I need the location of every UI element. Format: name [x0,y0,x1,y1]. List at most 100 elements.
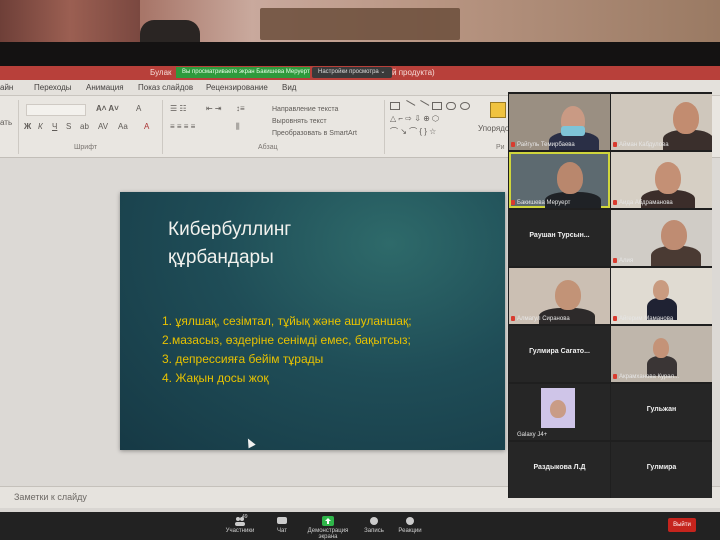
change-case-icon[interactable]: Aa [118,122,128,131]
participant-face [661,220,687,250]
participant-figure [647,356,677,376]
participant-tile[interactable]: Акрамханова Курал... [611,326,712,382]
tab-animation[interactable]: Анимация [86,83,124,92]
font-size-box[interactable] [26,104,86,116]
view-settings-button[interactable]: Настройки просмотра ⌄ [312,67,392,78]
title-suffix: й продукта) [392,68,435,77]
participant-face [555,280,581,310]
record-icon [370,517,378,525]
participants-gallery: Райгуль Темирбаева Айман Кабдулова Бакиш… [508,92,712,498]
shape-rounded-icon[interactable] [446,102,456,110]
share-screen-button[interactable]: Демонстрация экрана [300,516,356,540]
participant-tile[interactable]: Айгерим Маманова [611,268,712,324]
bold-icon[interactable]: Ж [24,122,31,131]
italic-icon[interactable]: К [38,122,43,131]
slide-body[interactable]: 1. ұялшақ, сезімтал, тұйық және ашуланша… [162,312,502,388]
convert-smartart-button[interactable]: Преобразовать в SmartArt [272,130,357,137]
participant-name: Райгуль Темирбаева [517,142,575,148]
participants-label: Участники [225,528,255,534]
muted-mic-icon [613,142,617,147]
participant-name: Алмагул Сиранова [517,316,570,322]
slide-bullet: 1. ұялшақ, сезімтал, тұйық және ашуланша… [162,314,412,328]
underline-icon[interactable]: Ч [52,122,57,131]
share-banner[interactable]: Вы просматриваете экран Бакишева Меруерт [176,67,310,78]
font-color-icon[interactable]: A [144,122,149,131]
app-title: Булак [150,68,172,77]
clear-format-icon[interactable]: A [136,104,141,113]
align-text-button[interactable]: Выровнять текст [272,118,327,125]
participant-name: Акрамханова Курал... [619,374,680,380]
arrange-icon[interactable] [490,102,506,118]
tab-slideshow[interactable]: Показ слайдов [138,83,193,92]
participant-tile-active-speaker[interactable]: Бакишева Меруерт [509,152,610,208]
participant-name: Айман Кабдулова [619,142,669,148]
tab-file[interactable]: айн [0,83,13,92]
shape-oval-icon[interactable] [460,102,470,110]
slide-bullet: 4. Жақын досы жоқ [162,371,269,385]
reactions-label: Реакции [398,528,422,534]
font-group-label: Шрифт [74,144,98,151]
current-slide[interactable]: Кибербуллинг құрбандары 1. ұялшақ, сезім… [120,192,505,450]
shape-row2-icon[interactable]: △ ⌐ ⇨ ⇩ ⊕ ⬡ [390,114,439,123]
tab-review[interactable]: Рецензирование [206,83,268,92]
tab-view[interactable]: Вид [282,83,296,92]
ribbon-separator [384,100,385,154]
record-button[interactable]: Запись [362,516,386,534]
text-direction-button[interactable]: Направление текста [272,106,338,113]
participant-tile[interactable]: Алия [611,210,712,266]
participant-name: Раушан Турсын... [529,232,590,239]
participants-button[interactable]: Участники [220,516,260,534]
bullets-icon[interactable]: ☰ ☷ [170,104,187,113]
reactions-button[interactable]: Реакции [396,516,424,534]
participant-face [550,400,566,418]
share-screen-label: Демонстрация экрана [307,528,349,540]
columns-icon[interactable]: ⫼ [236,122,240,132]
strike-icon[interactable]: S [66,122,71,131]
shapes-gallery[interactable]: △ ⌐ ⇨ ⇩ ⊕ ⬡ ⌒ ↘ ⌒ { } ☆ [390,100,474,140]
muted-mic-icon [511,200,515,205]
participant-name: Galaxy J4+ [517,432,548,438]
participant-tile[interactable]: Раздыкова Л.Д [509,442,610,498]
muted-mic-icon [613,316,617,321]
chat-button[interactable]: Чат [270,516,294,534]
paragraph-group-label: Абзац [258,144,278,151]
participant-tile[interactable]: Гулмира Сагато... [509,326,610,382]
photo-of-monitor: Булак Вы просматриваете экран Бакишева М… [0,0,720,540]
participant-tile[interactable]: Galaxy J4+ [509,384,610,440]
slide-title-line-1: Кибербуллинг [168,219,292,240]
participant-tile[interactable]: Гулмира [611,442,712,498]
participant-tile[interactable]: Раушан Турсын... [509,210,610,266]
shape-textbox-icon[interactable] [390,102,400,110]
spacing-icon[interactable]: ab [80,122,89,131]
drawing-group-label: Ри [496,144,505,151]
chat-icon [277,517,287,524]
shape-rect-icon[interactable] [432,102,442,110]
muted-mic-icon [511,142,515,147]
participant-tile[interactable]: Айман Кабдулова [611,94,712,150]
participant-face [673,102,699,134]
participant-face [653,280,669,300]
grow-font-icon[interactable]: A˄ A˅ [96,104,119,113]
indent-icon[interactable]: ⇤ ⇥ [206,104,222,113]
shape-arrow-icon[interactable] [416,100,430,112]
leave-button[interactable]: Выйти [668,518,696,532]
line-spacing-icon[interactable]: ↕≡ [236,104,245,113]
slide-title[interactable]: Кибербуллинг құрбандары [168,216,428,272]
participant-name: Раздыкова Л.Д [533,464,586,471]
title-bar: Булак Вы просматриваете экран Бакишева М… [0,66,720,80]
notes-placeholder: Заметки к слайду [14,492,87,502]
shape-row3-icon[interactable]: ⌒ ↘ ⌒ { } ☆ [390,126,436,137]
participant-name: Гулмира [646,464,677,471]
participant-tile[interactable]: Гульжан [611,384,712,440]
align-icons[interactable]: ≡ ≡ ≡ ≡ [170,122,195,131]
record-label: Запись [364,528,384,534]
muted-mic-icon [511,316,515,321]
slide-bullet: 3. депрессияға бейім тұрады [162,352,324,366]
participant-tile[interactable]: Райгуль Темирбаева [509,94,610,150]
tab-transitions[interactable]: Переходы [34,83,72,92]
shape-line-icon[interactable] [402,100,416,112]
char-spacing-icon[interactable]: AV [98,122,108,131]
participant-tile[interactable]: Алмагул Сиранова [509,268,610,324]
participant-tile[interactable]: Аида Абдраманова [611,152,712,208]
face-mask [561,126,585,136]
